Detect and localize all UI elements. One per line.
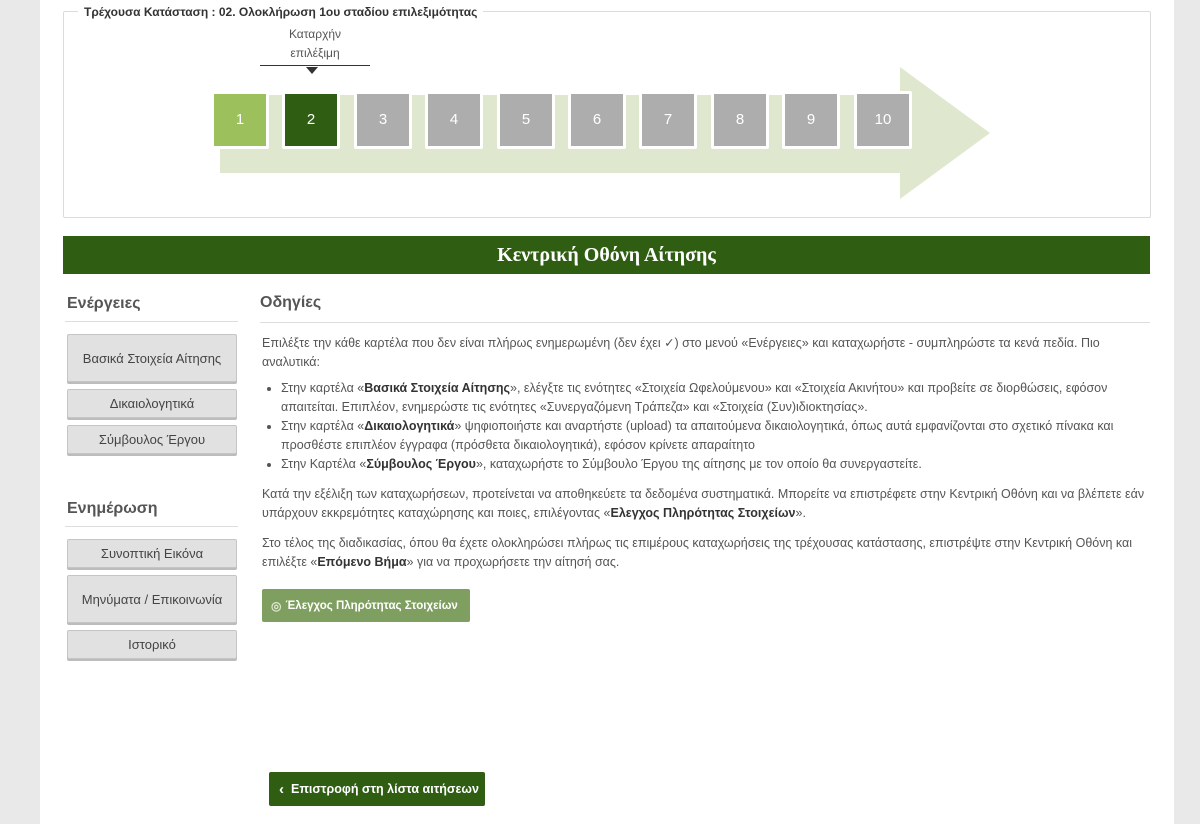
step-7: 7 [639,91,697,149]
step-9: 9 [782,91,840,149]
step-3: 3 [354,91,412,149]
back-to-list-button[interactable]: ‹ Επιστροφή στη λίστα αιτήσεων [269,772,485,806]
instructions-intro: Επιλέξτε την κάθε καρτέλα που δεν είναι … [262,336,1100,369]
divider [65,526,238,527]
list-item: Στην καρτέλα «Δικαιολογητικά» ψηφιοποιήσ… [281,417,1150,455]
divider [65,321,238,322]
sidebar-item-label: Ιστορικό [128,637,176,652]
instructions-title: Οδηγίες [260,294,322,311]
step-10: 10 [854,91,912,149]
sidebar-item-messages[interactable]: Μηνύματα / Επικοινωνία [67,575,237,623]
step-8: 8 [711,91,769,149]
tooltip-caret-icon [306,67,318,74]
step-tooltip-line2: επιλέξιμη [290,46,340,60]
sidebar-item-basic-info[interactable]: Βασικά Στοιχεία Αίτησης [67,334,237,382]
page: Τρέχουσα Κατάσταση : 02. Ολοκλήρωση 1ου … [40,0,1174,824]
sidebar-item-label: Σύμβουλος Έργου [98,432,206,447]
sidebar-item-documents[interactable]: Δικαιολογητικά [67,389,237,418]
actions-title: Ενέργειες [67,295,141,312]
instructions: Οδηγίες Επιλέξτε την κάθε καρτέλα που δε… [260,294,1150,572]
instructions-para2: Κατά την εξέλιξη των καταχωρήσεων, προτε… [262,487,1145,520]
gear-icon: ◎ [271,598,282,613]
list-item: Στην Καρτέλα «Σύμβουλος Έργου», καταχωρή… [281,455,1150,474]
page-title: Κεντρική Οθόνη Αίτησης [63,236,1150,274]
sidebar-item-label: Μηνύματα / Επικοινωνία [81,591,223,607]
sidebar-item-history[interactable]: Ιστορικό [67,630,237,659]
step-4: 4 [425,91,483,149]
chevron-left-icon: ‹ [279,780,284,798]
sidebar-item-label: Βασικά Στοιχεία Αίτησης [82,350,222,366]
instructions-list: Στην καρτέλα «Βασικά Στοιχεία Αίτησης», … [260,379,1150,474]
sidebar-item-overview[interactable]: Συνοπτική Εικόνα [67,539,237,568]
step-2: 2 [282,91,340,149]
step-tooltip-line1: Καταρχήν [288,27,342,41]
step-5: 5 [497,91,555,149]
status-legend: Τρέχουσα Κατάσταση : 02. Ολοκλήρωση 1ου … [78,5,484,19]
sidebar-item-consultant[interactable]: Σύμβουλος Έργου [67,425,237,454]
updates-title: Ενημέρωση [67,500,158,517]
instructions-para3: Στο τέλος της διαδικασίας, όπου θα έχετε… [262,536,1133,569]
completeness-check-label: Έλεγχος Πληρότητας Στοιχείων [285,599,458,612]
step-1: 1 [211,91,269,149]
list-item: Στην καρτέλα «Βασικά Στοιχεία Αίτησης», … [281,379,1150,417]
sidebar-item-label: Δικαιολογητικά [109,396,195,411]
step-6: 6 [568,91,626,149]
step-tooltip: Καταρχήν επιλέξιμη [260,25,370,66]
sidebar-item-label: Συνοπτική Εικόνα [100,546,204,561]
back-to-list-label: Επιστροφή στη λίστα αιτήσεων [291,782,479,796]
divider [260,322,1150,323]
completeness-check-button[interactable]: ◎ Έλεγχος Πληρότητας Στοιχείων [262,589,470,622]
